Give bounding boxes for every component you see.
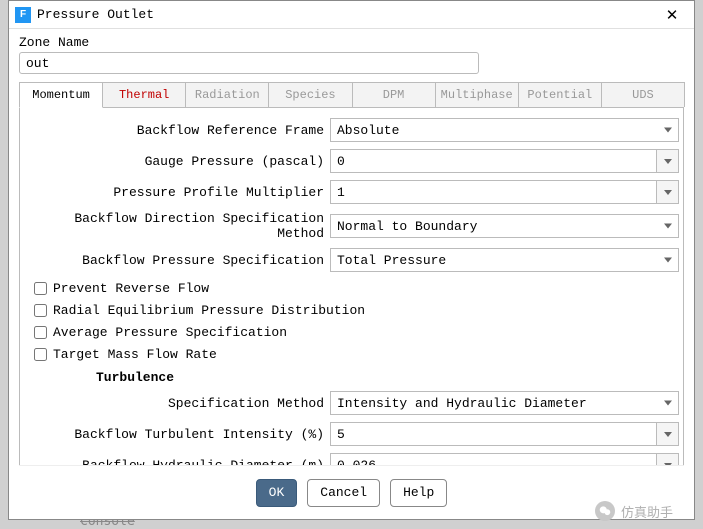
radial-equilibrium-checkbox[interactable]: [34, 304, 47, 317]
turb-intensity-input[interactable]: [330, 422, 657, 446]
tab-species[interactable]: Species: [268, 82, 352, 107]
pressure-spec-label: Backflow Pressure Specification: [24, 253, 330, 268]
target-mass-flow-checkbox[interactable]: [34, 348, 47, 361]
hydraulic-diameter-options-button[interactable]: [657, 453, 679, 465]
gauge-pressure-input[interactable]: [330, 149, 657, 173]
backflow-ref-frame-value: Absolute: [337, 123, 399, 138]
profile-multiplier-options-button[interactable]: [657, 180, 679, 204]
tab-uds[interactable]: UDS: [601, 82, 685, 107]
pressure-outlet-dialog: F Pressure Outlet ✕ Zone Name Momentum T…: [8, 0, 695, 520]
zone-name-label: Zone Name: [19, 35, 684, 50]
turb-spec-method-value: Intensity and Hydraulic Diameter: [337, 396, 587, 411]
turb-intensity-options-button[interactable]: [657, 422, 679, 446]
chevron-down-icon: [664, 190, 672, 195]
target-mass-flow-label: Target Mass Flow Rate: [53, 347, 217, 362]
chevron-down-icon: [664, 258, 672, 263]
prevent-reverse-flow-label: Prevent Reverse Flow: [53, 281, 209, 296]
profile-multiplier-label: Pressure Profile Multiplier: [24, 185, 330, 200]
turb-spec-method-select[interactable]: Intensity and Hydraulic Diameter: [330, 391, 679, 415]
dialog-title: Pressure Outlet: [37, 7, 656, 22]
dialog-footer: OK Cancel Help: [19, 465, 684, 519]
direction-spec-value: Normal to Boundary: [337, 219, 477, 234]
backflow-ref-frame-label: Backflow Reference Frame: [24, 123, 330, 138]
chevron-down-icon: [664, 128, 672, 133]
tab-momentum[interactable]: Momentum: [19, 82, 103, 108]
tab-multiphase[interactable]: Multiphase: [435, 82, 519, 107]
radial-equilibrium-label: Radial Equilibrium Pressure Distribution: [53, 303, 365, 318]
dialog-content: Zone Name Momentum Thermal Radiation Spe…: [9, 29, 694, 519]
hydraulic-diameter-input[interactable]: [330, 453, 657, 465]
backflow-ref-frame-select[interactable]: Absolute: [330, 118, 679, 142]
ok-button[interactable]: OK: [256, 479, 298, 507]
chevron-down-icon: [664, 159, 672, 164]
gauge-pressure-options-button[interactable]: [657, 149, 679, 173]
direction-spec-label: Backflow Direction Specification Method: [24, 211, 330, 241]
tab-potential[interactable]: Potential: [518, 82, 602, 107]
pressure-spec-value: Total Pressure: [337, 253, 446, 268]
chevron-down-icon: [664, 432, 672, 437]
turbulence-header: Turbulence: [96, 370, 679, 385]
prevent-reverse-flow-checkbox[interactable]: [34, 282, 47, 295]
tabs: Momentum Thermal Radiation Species DPM M…: [19, 82, 684, 108]
average-pressure-label: Average Pressure Specification: [53, 325, 287, 340]
gauge-pressure-label: Gauge Pressure (pascal): [24, 154, 330, 169]
help-button[interactable]: Help: [390, 479, 447, 507]
average-pressure-checkbox[interactable]: [34, 326, 47, 339]
tab-thermal[interactable]: Thermal: [102, 82, 186, 107]
profile-multiplier-input[interactable]: [330, 180, 657, 204]
zone-name-input[interactable]: [19, 52, 479, 74]
tab-radiation[interactable]: Radiation: [185, 82, 269, 107]
cancel-button[interactable]: Cancel: [307, 479, 380, 507]
chevron-down-icon: [664, 401, 672, 406]
turb-intensity-label: Backflow Turbulent Intensity (%): [24, 427, 330, 442]
hydraulic-diameter-label: Backflow Hydraulic Diameter (m): [24, 458, 330, 466]
titlebar: F Pressure Outlet ✕: [9, 1, 694, 29]
direction-spec-select[interactable]: Normal to Boundary: [330, 214, 679, 238]
chevron-down-icon: [664, 224, 672, 229]
watermark-text: 仿真助手: [621, 502, 673, 521]
pressure-spec-select[interactable]: Total Pressure: [330, 248, 679, 272]
close-button[interactable]: ✕: [656, 4, 688, 26]
wechat-icon: [595, 501, 615, 521]
app-icon: F: [15, 7, 31, 23]
turb-spec-method-label: Specification Method: [24, 396, 330, 411]
momentum-panel: Backflow Reference Frame Absolute Gauge …: [19, 108, 684, 465]
watermark: 仿真助手: [595, 501, 673, 521]
tab-dpm[interactable]: DPM: [352, 82, 436, 107]
